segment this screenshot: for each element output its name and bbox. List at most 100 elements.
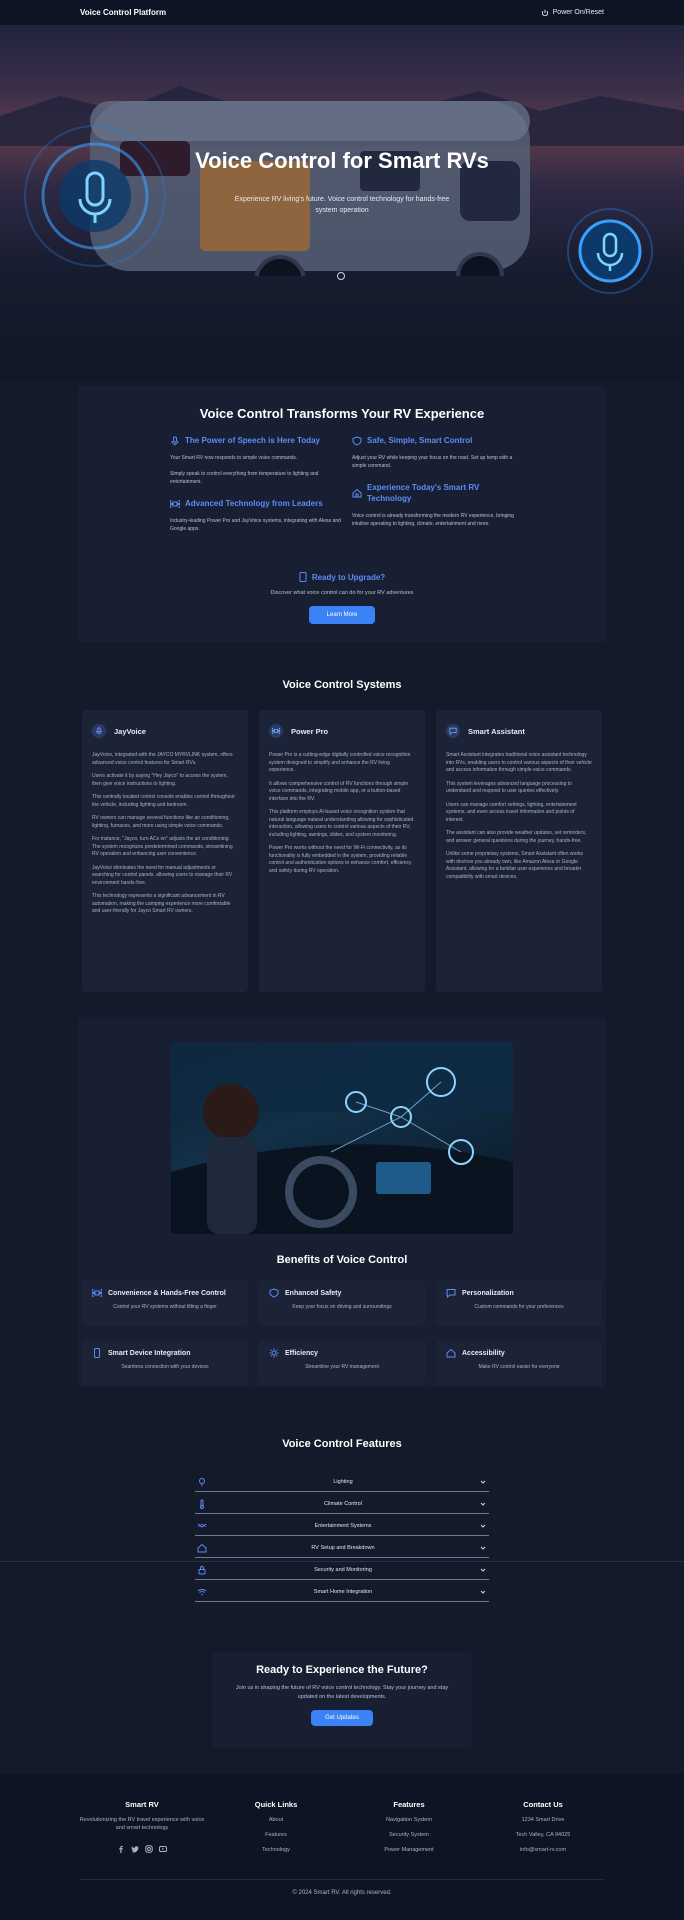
command-icon (92, 1289, 102, 1297)
cta-text: Join us in shaping the future of RV voic… (235, 1685, 449, 1700)
systems-title: Voice Control Systems (282, 679, 402, 691)
feature-power-of-speech: The Power of Speech is Here Today Your S… (170, 435, 350, 486)
card-text: Power Pro is a cutting-edge digitally co… (269, 752, 411, 773)
card-text: This platform employs AI-based voice rec… (269, 809, 414, 838)
benefit-title: Smart Device Integration (108, 1349, 191, 1357)
chat-icon (446, 724, 460, 738)
bulb-icon (199, 1477, 205, 1485)
feature-title: Safe, Simple, Smart Control (367, 436, 473, 445)
card-text: It allows comprehensive control of RV fu… (269, 780, 409, 802)
footer-column-features: Features Navigation System Security Syst… (344, 1800, 474, 1854)
accordion-label: RV Setup and Breakdown (311, 1544, 375, 1551)
benefits-title: Benefits of Voice Control (276, 1254, 408, 1266)
footer-divider (80, 1879, 604, 1880)
footer-link-features[interactable]: Features (211, 1831, 341, 1839)
sun-icon (269, 1348, 279, 1358)
rv-icon (197, 1543, 207, 1552)
accordion-item-entertainment[interactable]: Entertainment Systems (195, 1516, 489, 1536)
chevron-down-icon (480, 1502, 486, 1506)
brand-name[interactable]: Voice Control Platform (80, 8, 166, 17)
shield-icon (269, 1288, 279, 1298)
feature-text: Adjust your RV while keeping your focus … (352, 455, 513, 469)
accordion-label: Climate Control (324, 1500, 362, 1507)
feature-text: Your Smart RV now responds to simple voi… (170, 455, 298, 461)
footer-link-security[interactable]: Security System (344, 1831, 474, 1839)
mic-icon (92, 724, 106, 738)
facebook-icon[interactable] (117, 1840, 125, 1853)
transform-section: Voice Control Transforms Your RV Experie… (78, 386, 606, 642)
lock-icon (198, 1565, 206, 1574)
system-card-jayvoice: JayVoice JayVoice, integrated with the J… (82, 710, 248, 992)
benefit-text: Make RV control easier for everyone (478, 1364, 560, 1370)
card-text: For instance, "Jayco, turn ACs on" adjus… (92, 836, 233, 857)
instagram-icon[interactable] (145, 1840, 153, 1853)
feature-advanced-tech: Advanced Technology from Leaders Industr… (170, 498, 350, 533)
youtube-icon[interactable] (159, 1840, 167, 1852)
footer-heading: Smart RV (125, 1800, 159, 1809)
benefit-text: Custom commands for your preferences (474, 1304, 564, 1310)
copyright: © 2024 Smart RV. All rights reserved. (292, 1890, 392, 1896)
card-title: Power Pro (291, 726, 329, 736)
page: Voice Control Platform Power On/Reset Vo… (0, 0, 684, 1920)
benefit-efficiency: Efficiency Streamline your RV management (259, 1340, 425, 1386)
chevron-down-icon (480, 1590, 486, 1594)
accordion-label: Smart Home Integration (313, 1588, 373, 1595)
learn-more-button[interactable]: Learn More (308, 606, 376, 624)
footer-link-technology[interactable]: Technology (211, 1846, 341, 1854)
command-icon (269, 724, 283, 738)
hero-section: Voice Control for Smart RVs Experience R… (0, 26, 684, 382)
power-reset-label: Power On/Reset (552, 9, 604, 16)
footer-address: 1234 Smart Drive (521, 1817, 565, 1823)
hero-title: Voice Control for Smart RVs (195, 148, 489, 173)
power-icon (541, 9, 548, 16)
shield-icon (352, 435, 362, 446)
card-text: Smart Assistant integrates traditional v… (446, 752, 592, 773)
benefit-title: Enhanced Safety (285, 1289, 342, 1297)
scroll-indicator-icon[interactable] (337, 272, 345, 280)
home-icon (352, 488, 362, 498)
card-text: Power Pro works without the need for Wi-… (269, 845, 412, 874)
feature-experience-today: Experience Today's Smart RV Technology V… (352, 482, 522, 528)
chevron-down-icon (480, 1480, 486, 1484)
benefit-personalization: Personalization Custom commands for your… (436, 1280, 602, 1326)
card-title: JayVoice (114, 726, 146, 736)
footer-text: Revolutionizing the RV travel experience… (79, 1817, 205, 1831)
driver-dashboard-image (171, 1042, 513, 1234)
feature-title: Advanced Technology from Leaders (185, 499, 323, 508)
power-reset-button[interactable]: Power On/Reset (541, 9, 604, 17)
chevron-down-icon (480, 1524, 486, 1528)
feature-text: Simply speak to control everything from … (170, 471, 319, 485)
card-text: Users activate it by saying "Hey Jayco" … (92, 773, 228, 787)
wifi-icon (197, 1588, 207, 1595)
benefit-safety: Enhanced Safety Keep your focus on drivi… (259, 1280, 425, 1326)
footer-link-about[interactable]: About (211, 1816, 341, 1824)
home-icon (446, 1348, 456, 1358)
chevron-down-icon (480, 1568, 486, 1572)
footer-column-smart-rv: Smart RV Revolutionizing the RV travel e… (77, 1800, 207, 1853)
cta-section: Ready to Experience the Future? Join us … (212, 1652, 472, 1748)
card-text: This centrally located control console e… (92, 794, 235, 808)
footer: Smart RV Revolutionizing the RV travel e… (0, 1774, 684, 1920)
card-text: This system leverages advanced language … (446, 780, 572, 795)
cta-title: Ready to Experience the Future? (256, 1664, 428, 1676)
system-card-smart-assistant: Smart Assistant Smart Assistant integrat… (436, 710, 602, 992)
footer-link-power[interactable]: Power Management (344, 1846, 474, 1854)
benefit-text: Keep your focus on driving and surroundi… (292, 1304, 392, 1310)
accordion-item-climate[interactable]: Climate Control (195, 1494, 489, 1514)
accordion-item-smart-home[interactable]: Smart Home Integration (195, 1582, 489, 1602)
footer-link-navigation[interactable]: Navigation System (344, 1816, 474, 1824)
chat-icon (446, 1289, 456, 1298)
accordion-item-security[interactable]: Security and Monitoring (195, 1560, 489, 1580)
benefit-smart-device: Smart Device Integration Seamless connec… (82, 1340, 248, 1386)
benefits-section: Benefits of Voice Control (78, 1017, 606, 1387)
upgrade-block: Ready to Upgrade? Discover what voice co… (78, 572, 606, 624)
hero-subtitle: Experience RV living's future. Voice con… (234, 196, 450, 214)
benefit-text: Streamline your RV management (305, 1364, 379, 1370)
accordion-item-lighting[interactable]: Lighting (195, 1472, 489, 1492)
feature-safe-simple: Safe, Simple, Smart Control Adjust your … (352, 435, 522, 470)
accordion-item-rv-setup[interactable]: RV Setup and Breakdown (195, 1538, 489, 1558)
accordion-label: Security and Monitoring (314, 1566, 372, 1573)
twitter-icon[interactable] (131, 1840, 139, 1853)
get-updates-button[interactable]: Get Updates (311, 1710, 373, 1726)
footer-email[interactable]: info@smart-rv.com (478, 1846, 608, 1854)
